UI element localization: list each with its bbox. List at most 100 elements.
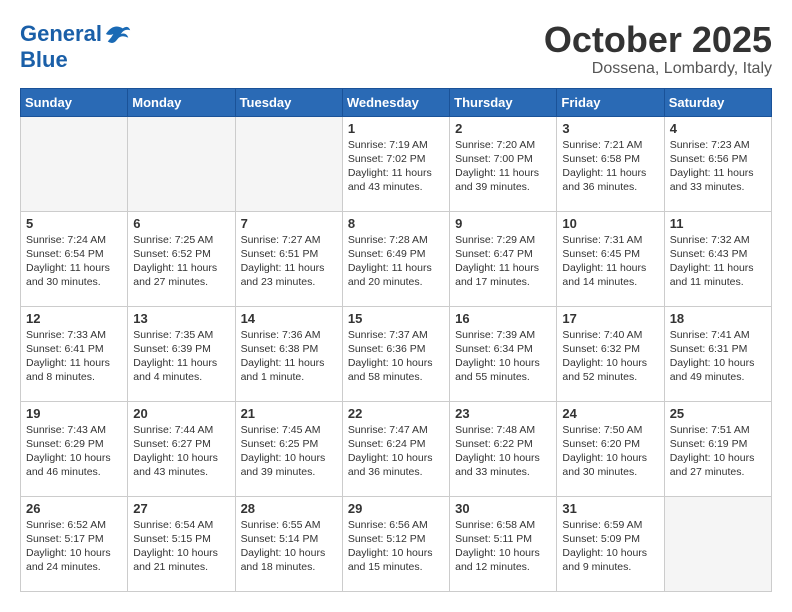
day-info: Sunrise: 7:51 AMSunset: 6:19 PMDaylight:…	[670, 423, 766, 480]
day-info: Sunrise: 6:54 AMSunset: 5:15 PMDaylight:…	[133, 518, 229, 575]
weekday-header-friday: Friday	[557, 88, 664, 116]
day-info: Sunrise: 6:56 AMSunset: 5:12 PMDaylight:…	[348, 518, 444, 575]
weekday-header-monday: Monday	[128, 88, 235, 116]
calendar-cell: 11 Sunrise: 7:32 AMSunset: 6:43 PMDayligh…	[664, 211, 771, 306]
calendar-cell: 20 Sunrise: 7:44 AMSunset: 6:27 PMDayligh…	[128, 401, 235, 496]
day-number: 29	[348, 501, 444, 516]
calendar-week-row: 1 Sunrise: 7:19 AMSunset: 7:02 PMDaylight…	[21, 116, 772, 211]
day-number: 28	[241, 501, 337, 516]
day-number: 27	[133, 501, 229, 516]
calendar-week-row: 5 Sunrise: 7:24 AMSunset: 6:54 PMDaylight…	[21, 211, 772, 306]
day-number: 30	[455, 501, 551, 516]
calendar-cell: 29 Sunrise: 6:56 AMSunset: 5:12 PMDayligh…	[342, 496, 449, 591]
day-info: Sunrise: 7:32 AMSunset: 6:43 PMDaylight:…	[670, 233, 766, 290]
day-number: 19	[26, 406, 122, 421]
day-info: Sunrise: 6:52 AMSunset: 5:17 PMDaylight:…	[26, 518, 122, 575]
calendar-cell: 3 Sunrise: 7:21 AMSunset: 6:58 PMDaylight…	[557, 116, 664, 211]
calendar-cell: 24 Sunrise: 7:50 AMSunset: 6:20 PMDayligh…	[557, 401, 664, 496]
day-info: Sunrise: 7:20 AMSunset: 7:00 PMDaylight:…	[455, 138, 551, 195]
day-info: Sunrise: 7:39 AMSunset: 6:34 PMDaylight:…	[455, 328, 551, 385]
calendar-cell: 30 Sunrise: 6:58 AMSunset: 5:11 PMDayligh…	[450, 496, 557, 591]
day-number: 20	[133, 406, 229, 421]
calendar-cell: 23Sunrise: 7:48 AMSunset: 6:22 PMDayligh…	[450, 401, 557, 496]
weekday-header-sunday: Sunday	[21, 88, 128, 116]
day-info: Sunrise: 7:24 AMSunset: 6:54 PMDaylight:…	[26, 233, 122, 290]
calendar-cell: 9 Sunrise: 7:29 AMSunset: 6:47 PMDaylight…	[450, 211, 557, 306]
day-number: 22	[348, 406, 444, 421]
calendar-cell: 26Sunrise: 6:52 AMSunset: 5:17 PMDayligh…	[21, 496, 128, 591]
calendar-cell: 13 Sunrise: 7:35 AMSunset: 6:39 PMDayligh…	[128, 306, 235, 401]
day-info: Sunrise: 7:21 AMSunset: 6:58 PMDaylight:…	[562, 138, 658, 195]
title-area: October 2025 Dossena, Lombardy, Italy	[544, 20, 772, 78]
day-info: Sunrise: 7:44 AMSunset: 6:27 PMDaylight:…	[133, 423, 229, 480]
day-number: 3	[562, 121, 658, 136]
day-info: Sunrise: 7:19 AMSunset: 7:02 PMDaylight:…	[348, 138, 444, 195]
day-number: 5	[26, 216, 122, 231]
weekday-header-saturday: Saturday	[664, 88, 771, 116]
calendar-cell: 22Sunrise: 7:47 AMSunset: 6:24 PMDayligh…	[342, 401, 449, 496]
day-number: 17	[562, 311, 658, 326]
calendar-cell: 18Sunrise: 7:41 AMSunset: 6:31 PMDayligh…	[664, 306, 771, 401]
calendar-cell: 16Sunrise: 7:39 AMSunset: 6:34 PMDayligh…	[450, 306, 557, 401]
calendar-cell: 19 Sunrise: 7:43 AMSunset: 6:29 PMDayligh…	[21, 401, 128, 496]
day-number: 8	[348, 216, 444, 231]
calendar-table: SundayMondayTuesdayWednesdayThursdayFrid…	[20, 88, 772, 592]
day-info: Sunrise: 7:43 AMSunset: 6:29 PMDaylight:…	[26, 423, 122, 480]
calendar-cell: 14Sunrise: 7:36 AMSunset: 6:38 PMDayligh…	[235, 306, 342, 401]
day-number: 15	[348, 311, 444, 326]
calendar-cell: 25 Sunrise: 7:51 AMSunset: 6:19 PMDayligh…	[664, 401, 771, 496]
calendar-cell	[21, 116, 128, 211]
day-info: Sunrise: 7:23 AMSunset: 6:56 PMDaylight:…	[670, 138, 766, 195]
calendar-cell: 21 Sunrise: 7:45 AMSunset: 6:25 PMDayligh…	[235, 401, 342, 496]
page-header: General Blue October 2025 Dossena, Lomba…	[20, 20, 772, 78]
calendar-cell: 5 Sunrise: 7:24 AMSunset: 6:54 PMDaylight…	[21, 211, 128, 306]
day-info: Sunrise: 7:29 AMSunset: 6:47 PMDaylight:…	[455, 233, 551, 290]
day-number: 31	[562, 501, 658, 516]
location: Dossena, Lombardy, Italy	[544, 60, 772, 78]
calendar-cell: 28 Sunrise: 6:55 AMSunset: 5:14 PMDayligh…	[235, 496, 342, 591]
calendar-cell: 8 Sunrise: 7:28 AMSunset: 6:49 PMDaylight…	[342, 211, 449, 306]
day-number: 23	[455, 406, 551, 421]
month-title: October 2025	[544, 20, 772, 60]
day-info: Sunrise: 7:45 AMSunset: 6:25 PMDaylight:…	[241, 423, 337, 480]
day-number: 12	[26, 311, 122, 326]
calendar-cell: 12 Sunrise: 7:33 AMSunset: 6:41 PMDayligh…	[21, 306, 128, 401]
day-info: Sunrise: 7:25 AMSunset: 6:52 PMDaylight:…	[133, 233, 229, 290]
calendar-week-row: 26Sunrise: 6:52 AMSunset: 5:17 PMDayligh…	[21, 496, 772, 591]
day-number: 21	[241, 406, 337, 421]
logo-general: General	[20, 21, 102, 46]
calendar-week-row: 12 Sunrise: 7:33 AMSunset: 6:41 PMDayligh…	[21, 306, 772, 401]
calendar-cell: 15Sunrise: 7:37 AMSunset: 6:36 PMDayligh…	[342, 306, 449, 401]
day-number: 9	[455, 216, 551, 231]
day-info: Sunrise: 7:35 AMSunset: 6:39 PMDaylight:…	[133, 328, 229, 385]
calendar-week-row: 19 Sunrise: 7:43 AMSunset: 6:29 PMDayligh…	[21, 401, 772, 496]
day-info: Sunrise: 6:55 AMSunset: 5:14 PMDaylight:…	[241, 518, 337, 575]
day-info: Sunrise: 7:27 AMSunset: 6:51 PMDaylight:…	[241, 233, 337, 290]
logo-blue: Blue	[20, 48, 132, 72]
day-number: 24	[562, 406, 658, 421]
weekday-header-wednesday: Wednesday	[342, 88, 449, 116]
day-info: Sunrise: 6:58 AMSunset: 5:11 PMDaylight:…	[455, 518, 551, 575]
calendar-cell: 27 Sunrise: 6:54 AMSunset: 5:15 PMDayligh…	[128, 496, 235, 591]
logo-bird-icon	[104, 20, 132, 48]
day-info: Sunrise: 7:28 AMSunset: 6:49 PMDaylight:…	[348, 233, 444, 290]
calendar-cell: 2Sunrise: 7:20 AMSunset: 7:00 PMDaylight…	[450, 116, 557, 211]
day-number: 25	[670, 406, 766, 421]
day-info: Sunrise: 6:59 AMSunset: 5:09 PMDaylight:…	[562, 518, 658, 575]
day-number: 14	[241, 311, 337, 326]
day-number: 7	[241, 216, 337, 231]
day-info: Sunrise: 7:33 AMSunset: 6:41 PMDaylight:…	[26, 328, 122, 385]
day-info: Sunrise: 7:50 AMSunset: 6:20 PMDaylight:…	[562, 423, 658, 480]
day-number: 6	[133, 216, 229, 231]
calendar-cell: 4 Sunrise: 7:23 AMSunset: 6:56 PMDaylight…	[664, 116, 771, 211]
calendar-cell: 7 Sunrise: 7:27 AMSunset: 6:51 PMDaylight…	[235, 211, 342, 306]
calendar-cell	[664, 496, 771, 591]
day-number: 10	[562, 216, 658, 231]
day-info: Sunrise: 7:41 AMSunset: 6:31 PMDaylight:…	[670, 328, 766, 385]
calendar-cell: 10Sunrise: 7:31 AMSunset: 6:45 PMDayligh…	[557, 211, 664, 306]
day-number: 13	[133, 311, 229, 326]
day-number: 1	[348, 121, 444, 136]
day-number: 11	[670, 216, 766, 231]
calendar-cell	[128, 116, 235, 211]
day-number: 4	[670, 121, 766, 136]
